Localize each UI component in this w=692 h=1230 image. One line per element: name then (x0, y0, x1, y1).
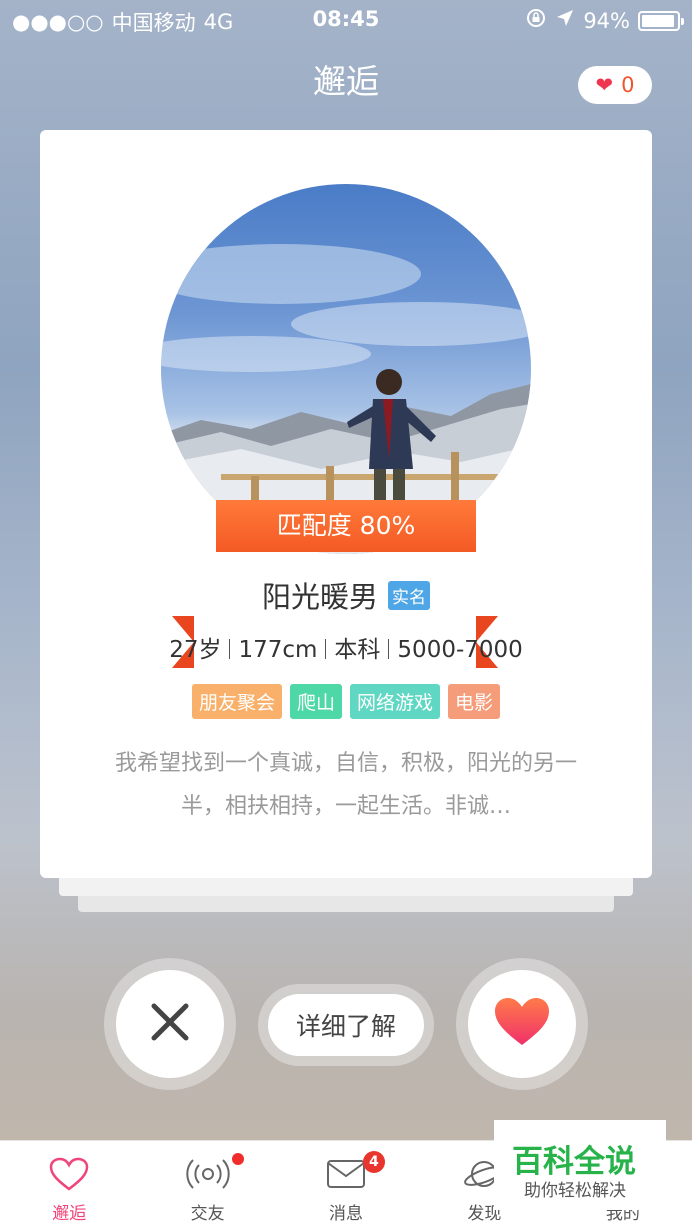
tag-item: 朋友聚会 (191, 684, 282, 719)
tag-item: 电影 (448, 684, 501, 719)
tag-item: 爬山 (289, 684, 342, 719)
detail-button[interactable]: 详细了解 (268, 994, 424, 1056)
mail-icon (326, 1157, 366, 1195)
heart-icon: ❤ (595, 73, 614, 97)
tab-label: 交友 (190, 1204, 225, 1224)
message-badge: 4 (362, 1151, 385, 1173)
education: 本科 (334, 637, 381, 663)
separator (388, 639, 390, 659)
watermark-title: 百科全说 (512, 1144, 636, 1180)
match-ribbon: 匹配度 80% (216, 500, 476, 552)
heart-outline-icon (49, 1157, 89, 1195)
height: 177cm (238, 637, 318, 663)
tab-encounter[interactable]: 邂逅 (0, 1141, 138, 1230)
location-arrow-icon (555, 8, 575, 33)
watermark: 百科全说 助你轻松解决 (494, 1120, 666, 1210)
profile-info: 27岁 177cm 本科 5000-7000 (40, 630, 652, 664)
like-count-button[interactable]: ❤ 0 (578, 66, 652, 104)
separator (229, 639, 231, 659)
notification-dot (232, 1153, 245, 1165)
tag-item: 网络游戏 (350, 684, 441, 719)
tab-label: 消息 (329, 1204, 364, 1224)
name-row: 阳光暖男 实名 (40, 574, 652, 616)
like-count: 0 (621, 73, 635, 97)
status-bar: ●●●○○ 中国移动 4G 08:45 94% (0, 0, 692, 40)
interest-tags: 朋友聚会 爬山 网络游戏 电影 (40, 684, 652, 719)
status-right: 94% (525, 7, 684, 34)
dislike-button[interactable] (116, 970, 224, 1078)
profile-bio: 我希望找到一个真诚，自信，积极，阳光的另一半，相扶相持，一起生活。非诚… (114, 751, 577, 819)
radar-icon (185, 1157, 230, 1195)
income: 5000-7000 (397, 637, 523, 663)
tab-messages[interactable]: 4 消息 (277, 1141, 415, 1230)
tab-label: 邂逅 (52, 1204, 87, 1224)
separator (325, 639, 327, 659)
watermark-subtitle: 助你轻松解决 (524, 1181, 626, 1201)
heart-icon (493, 997, 551, 1051)
verified-badge: 实名 (388, 580, 430, 610)
profile-name: 阳光暖男 (261, 580, 378, 614)
battery-icon (638, 10, 684, 31)
tab-friends[interactable]: 交友 (138, 1141, 276, 1230)
profile-card[interactable]: 匹配度 80% 阳光暖男 实名 27岁 177cm 本科 5000-7000 朋友聚会… (40, 130, 652, 878)
close-icon (150, 1002, 190, 1046)
battery-level (642, 14, 674, 27)
age: 27岁 (169, 637, 222, 663)
battery-percent: 94% (583, 8, 630, 33)
rotation-lock-icon (525, 7, 547, 34)
profile-photo[interactable] (161, 184, 531, 554)
like-button[interactable] (468, 970, 576, 1078)
